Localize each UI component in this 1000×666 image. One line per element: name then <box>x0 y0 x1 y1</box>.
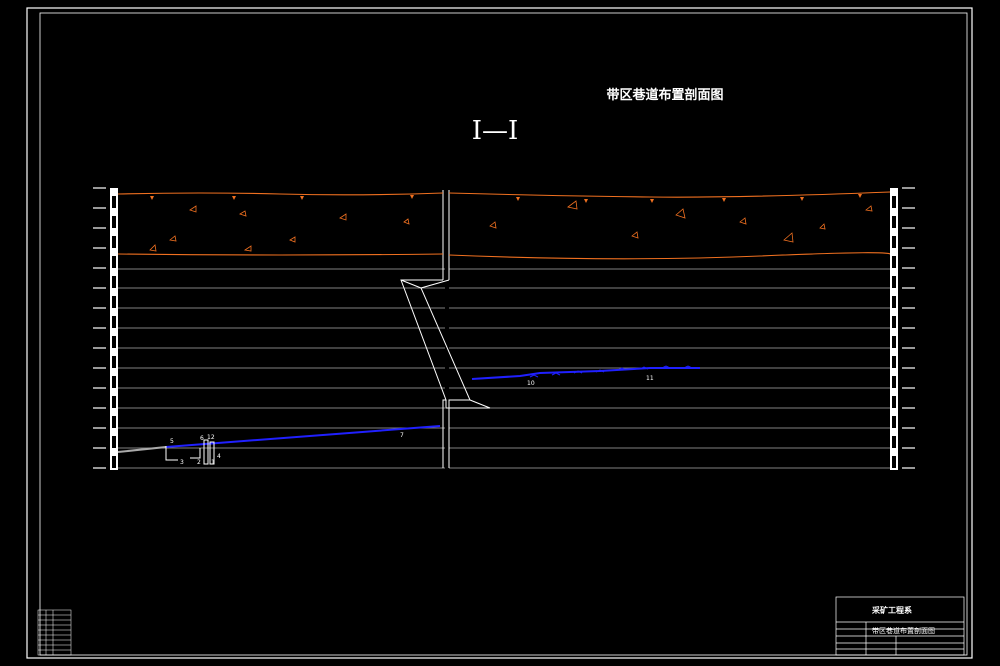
label-3: 3 <box>180 459 184 466</box>
label-10: 10 <box>527 380 535 387</box>
left-elevation-scale <box>110 188 118 470</box>
outer-frame <box>26 7 973 659</box>
section-label: I—I <box>471 116 519 146</box>
revision-table <box>37 609 72 656</box>
label-6: 6 <box>200 435 204 442</box>
label-5: 4 <box>217 453 221 460</box>
shaft-outline <box>400 190 491 468</box>
topsoil-hatch <box>149 200 873 252</box>
label-12: 12 <box>207 434 215 441</box>
drawing-title: 带区巷道布置剖面图 <box>606 88 724 103</box>
title-block-drawing-name: 带区巷道布置剖面图 <box>872 626 935 635</box>
label-11: 11 <box>646 375 654 382</box>
topsoil-layer <box>117 191 892 260</box>
upper-seam <box>471 367 700 380</box>
topsoil-ticks <box>150 194 862 203</box>
roadway-lines <box>117 365 700 453</box>
label-7: 7 <box>400 432 404 439</box>
label-1: 1 <box>211 459 215 466</box>
roadway-number-labels: 5 6 12 3 2 1 4 7 10 11 <box>170 375 654 466</box>
label-2: 2 <box>197 459 201 466</box>
section-drawing: 5 6 12 3 2 1 4 7 10 11 采矿工程系 带区巷道布置剖面图 <box>26 7 973 659</box>
label-4: 5 <box>170 438 174 445</box>
stratum-lines <box>118 268 890 469</box>
inner-frame <box>39 12 968 656</box>
right-elevation-scale <box>890 188 898 470</box>
title-block-company: 采矿工程系 <box>871 605 912 615</box>
